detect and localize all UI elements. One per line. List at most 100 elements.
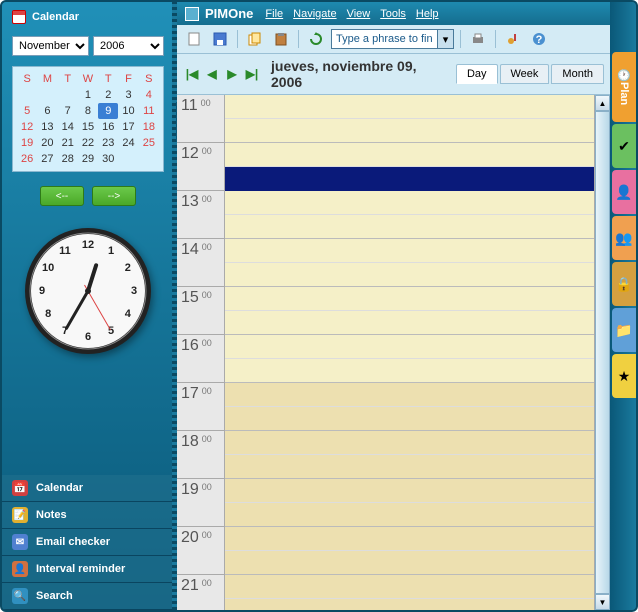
- menu-navigate[interactable]: Navigate: [293, 8, 336, 20]
- timeslot[interactable]: [225, 479, 594, 503]
- calendar-day[interactable]: 22: [78, 135, 98, 151]
- calendar-day[interactable]: 19: [17, 135, 37, 151]
- sidebar-item-search[interactable]: 🔍Search: [2, 583, 174, 610]
- calendar-day[interactable]: [37, 87, 57, 103]
- calendar-day[interactable]: 8: [78, 103, 98, 119]
- timeslot[interactable]: [225, 431, 594, 455]
- new-button[interactable]: [183, 28, 205, 50]
- timeslot[interactable]: [225, 119, 594, 143]
- tab-month[interactable]: Month: [551, 64, 604, 84]
- calendar-day[interactable]: 14: [58, 119, 78, 135]
- calendar-day[interactable]: 13: [37, 119, 57, 135]
- tab-day[interactable]: Day: [456, 64, 498, 84]
- sidebar-item-email checker[interactable]: ✉Email checker: [2, 529, 174, 556]
- timeslot[interactable]: [225, 287, 594, 311]
- sidebar-item-calendar[interactable]: 📅Calendar: [2, 475, 174, 502]
- tab-contacts[interactable]: 👤: [612, 170, 636, 214]
- calendar-day[interactable]: 4: [139, 87, 159, 103]
- selected-timeslot[interactable]: [225, 167, 594, 191]
- timeslot[interactable]: [225, 95, 594, 119]
- help-button[interactable]: ?: [528, 28, 550, 50]
- year-select[interactable]: 2006: [93, 36, 164, 56]
- calendar-day[interactable]: 15: [78, 119, 98, 135]
- timeslot[interactable]: [225, 383, 594, 407]
- calendar-day[interactable]: 3: [118, 87, 138, 103]
- timeslot[interactable]: [225, 143, 594, 167]
- next-day-button[interactable]: ▶: [223, 65, 241, 83]
- calendar-day[interactable]: 23: [98, 135, 118, 151]
- calendar-day[interactable]: 27: [37, 151, 57, 167]
- svg-text:8: 8: [45, 308, 51, 320]
- tab-people[interactable]: 👥: [612, 216, 636, 260]
- print-button[interactable]: [467, 28, 489, 50]
- calendar-day[interactable]: 21: [58, 135, 78, 151]
- calendar-day[interactable]: 30: [98, 151, 118, 167]
- first-button[interactable]: |◀: [183, 65, 201, 83]
- calendar-day[interactable]: 29: [78, 151, 98, 167]
- last-button[interactable]: ▶|: [243, 65, 261, 83]
- timeslot[interactable]: [225, 575, 594, 599]
- calendar-day[interactable]: 5: [17, 103, 37, 119]
- tab-week[interactable]: Week: [500, 64, 550, 84]
- menu-tools[interactable]: Tools: [380, 8, 406, 20]
- timeslot[interactable]: [225, 407, 594, 431]
- calendar-day[interactable]: 17: [118, 119, 138, 135]
- calendar-day[interactable]: 6: [37, 103, 57, 119]
- prev-day-button[interactable]: ◀: [203, 65, 221, 83]
- calendar-day[interactable]: 26: [17, 151, 37, 167]
- calendar-day[interactable]: 12: [17, 119, 37, 135]
- refresh-button[interactable]: [305, 28, 327, 50]
- calendar-day[interactable]: [139, 151, 159, 167]
- menu-file[interactable]: File: [265, 8, 283, 20]
- month-select[interactable]: November: [12, 36, 89, 56]
- calendar-day[interactable]: 10: [118, 103, 138, 119]
- scrollbar-vertical[interactable]: ▲ ▼: [594, 95, 610, 610]
- copy-button[interactable]: [244, 28, 266, 50]
- scroll-thumb[interactable]: [595, 111, 610, 594]
- calendar-day[interactable]: 1: [78, 87, 98, 103]
- calendar-day[interactable]: 24: [118, 135, 138, 151]
- timeslot[interactable]: [225, 311, 594, 335]
- calendar-day[interactable]: 18: [139, 119, 159, 135]
- timeslot[interactable]: [225, 527, 594, 551]
- calendar-day[interactable]: 11: [139, 103, 159, 119]
- timeslot[interactable]: [225, 335, 594, 359]
- paste-button[interactable]: [270, 28, 292, 50]
- timeslot[interactable]: [225, 191, 594, 215]
- menu-help[interactable]: Help: [416, 8, 439, 20]
- timeslot[interactable]: [225, 455, 594, 479]
- timeslot[interactable]: [225, 359, 594, 383]
- calendar-day[interactable]: 2: [98, 87, 118, 103]
- tab-tasks[interactable]: ✔: [612, 124, 636, 168]
- next-button[interactable]: -->: [92, 186, 136, 206]
- search-input[interactable]: [332, 33, 437, 45]
- calendar-day[interactable]: [17, 87, 37, 103]
- calendar-day[interactable]: 7: [58, 103, 78, 119]
- calendar-day[interactable]: [118, 151, 138, 167]
- prev-button[interactable]: <--: [40, 186, 84, 206]
- search-dropdown[interactable]: ▾: [437, 30, 453, 48]
- tab-folder[interactable]: 📁: [612, 308, 636, 352]
- menu-view[interactable]: View: [347, 8, 371, 20]
- timeslot[interactable]: [225, 551, 594, 575]
- save-button[interactable]: [209, 28, 231, 50]
- tab-plan[interactable]: 🕐Plan: [612, 52, 636, 122]
- calendar-day[interactable]: 9: [98, 103, 118, 119]
- calendar-day[interactable]: [58, 87, 78, 103]
- timeslot[interactable]: [225, 599, 594, 610]
- tab-lock[interactable]: 🔒: [612, 262, 636, 306]
- timeslot[interactable]: [225, 263, 594, 287]
- timeslot[interactable]: [225, 215, 594, 239]
- scroll-up-button[interactable]: ▲: [595, 95, 610, 111]
- sidebar-item-notes[interactable]: 📝Notes: [2, 502, 174, 529]
- tab-favorites[interactable]: ★: [612, 354, 636, 398]
- calendar-day[interactable]: 28: [58, 151, 78, 167]
- calendar-day[interactable]: 20: [37, 135, 57, 151]
- calendar-day[interactable]: 25: [139, 135, 159, 151]
- timeslot[interactable]: [225, 503, 594, 527]
- scroll-down-button[interactable]: ▼: [595, 594, 610, 610]
- options-button[interactable]: [502, 28, 524, 50]
- calendar-day[interactable]: 16: [98, 119, 118, 135]
- timeslot[interactable]: [225, 239, 594, 263]
- sidebar-item-interval reminder[interactable]: 👤Interval reminder: [2, 556, 174, 583]
